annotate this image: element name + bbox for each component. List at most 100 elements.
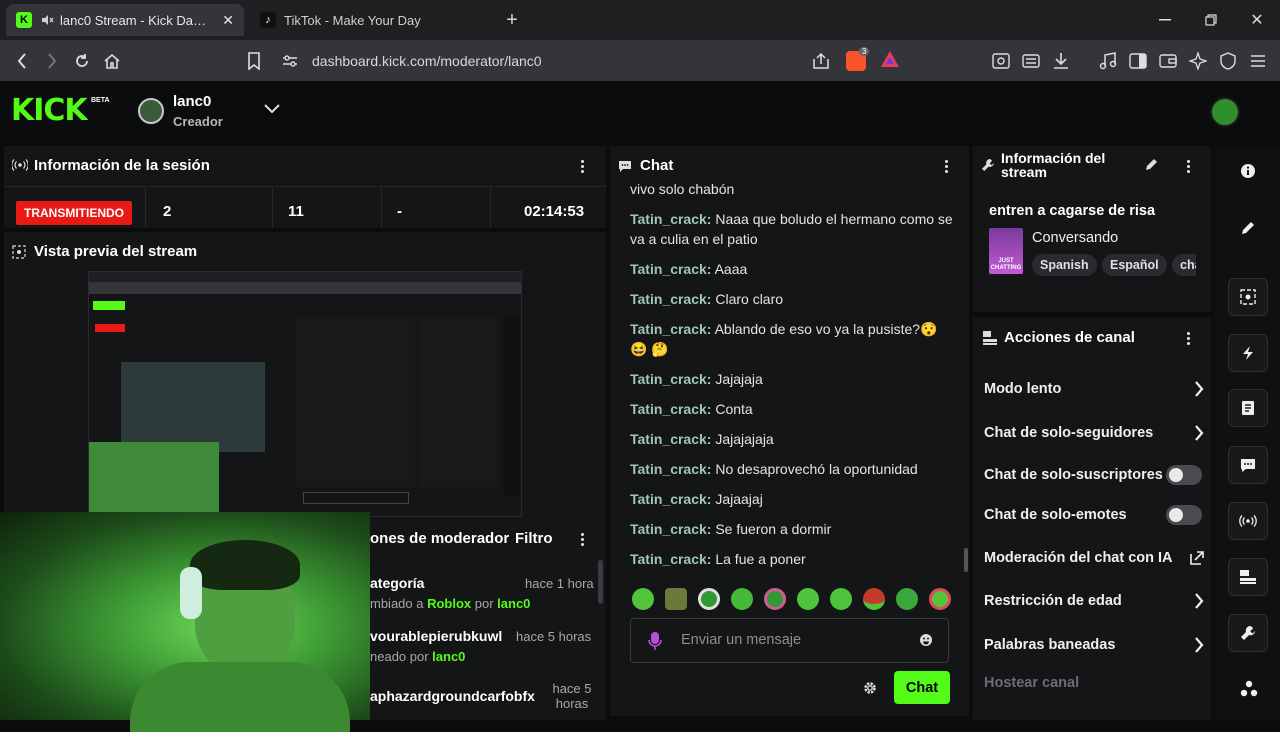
chat-settings-icon[interactable] [863, 681, 877, 695]
channel-actions-menu-icon[interactable] [1180, 330, 1196, 346]
close-window-icon[interactable]: ✕ [1245, 8, 1269, 32]
stream-info-menu-icon[interactable] [1180, 158, 1196, 174]
tag-chip[interactable]: Español [1102, 254, 1167, 276]
chat-message[interactable]: Tatin_crack: Naaa que boludo el hermano … [630, 209, 955, 249]
session-menu-icon[interactable] [574, 158, 590, 174]
forward-icon[interactable] [41, 50, 63, 72]
emote-icon[interactable] [830, 588, 852, 610]
emote-icon[interactable] [731, 588, 753, 610]
mute-icon[interactable] [40, 13, 54, 27]
action-label: Modo lento [984, 381, 1062, 397]
close-tab-icon[interactable]: ✕ [222, 12, 234, 29]
leo-ai-icon[interactable] [1187, 50, 1209, 72]
action-ai-moderation[interactable]: Moderación del chat con IA [984, 546, 1204, 570]
category-name[interactable]: Conversando [1032, 230, 1118, 246]
emoji-picker-icon[interactable] [919, 633, 933, 647]
rail-settings-button[interactable] [1228, 614, 1268, 652]
tab-tiktok[interactable]: ♪ TikTok - Make Your Day [250, 4, 490, 36]
vpn-icon[interactable] [1217, 50, 1239, 72]
action-age-restriction[interactable]: Restricción de edad [984, 589, 1204, 613]
minimize-icon[interactable] [1153, 8, 1177, 32]
chat-message[interactable]: Tatin_crack: Aaaa [630, 259, 955, 279]
chat-message[interactable]: Tatin_crack: Ablando de eso vo ya la pus… [630, 319, 955, 359]
action-banned-words[interactable]: Palabras baneadas [984, 633, 1204, 657]
site-settings-icon[interactable] [282, 54, 298, 68]
webcam-overlay [0, 512, 370, 732]
emote-icon[interactable] [896, 588, 918, 610]
rail-broadcast-button[interactable] [1228, 502, 1268, 540]
rail-notes-button[interactable] [1228, 389, 1268, 427]
category-thumbnail[interactable]: JUST CHATTING [989, 228, 1023, 274]
emote-icon[interactable] [665, 588, 687, 610]
rail-mod-actions-button[interactable] [1228, 558, 1268, 596]
subscriber-count: - [397, 203, 402, 220]
action-emotes-only[interactable]: Chat de solo-emotes [984, 503, 1202, 527]
apps-icon[interactable] [1240, 680, 1258, 698]
rail-quick-actions-button[interactable] [1228, 334, 1268, 372]
chat-message[interactable]: Tatin_crack: Jajajaja [630, 369, 955, 389]
chevron-down-icon[interactable] [264, 104, 280, 114]
chat-message[interactable]: Tatin_crack: No desaprovechó la oportuni… [630, 459, 955, 479]
bookmark-icon[interactable] [243, 50, 265, 72]
download-icon[interactable] [1050, 50, 1072, 72]
action-host-channel[interactable]: Hostear canal [984, 671, 1204, 695]
new-tab-icon[interactable]: + [500, 8, 524, 32]
action-label: Restricción de edad [984, 593, 1122, 609]
chat-message[interactable]: vivo solo chabón [630, 179, 955, 199]
rail-chat-button[interactable] [1228, 446, 1268, 484]
sidebar-icon[interactable] [1127, 50, 1149, 72]
stream-preview-video[interactable] [88, 271, 522, 517]
chat-scrollbar[interactable] [964, 548, 968, 572]
subscribers-only-toggle[interactable] [1166, 465, 1202, 485]
chat-message[interactable]: Tatin_crack: Se fueron a dormir [630, 519, 955, 539]
emote-icon[interactable] [764, 588, 786, 610]
chat-message[interactable]: Tatin_crack: La fue a poner [630, 549, 955, 569]
profile-avatar[interactable] [1210, 97, 1240, 127]
media-icon[interactable] [1097, 50, 1119, 72]
edit-icon[interactable] [1240, 220, 1256, 236]
emote-icon[interactable] [929, 588, 951, 610]
chat-input[interactable]: Enviar un mensaje [630, 618, 949, 663]
emote-icon[interactable] [698, 588, 720, 610]
restore-icon[interactable] [1199, 8, 1223, 32]
rail-stream-preview-button[interactable] [1228, 278, 1268, 316]
action-slow-mode[interactable]: Modo lento [984, 377, 1204, 401]
brave-rewards-icon[interactable] [880, 50, 900, 68]
menu-icon[interactable] [1247, 50, 1269, 72]
emote-icon[interactable] [797, 588, 819, 610]
filter-button[interactable]: Filtro [515, 530, 553, 547]
tab-kick-dashboard[interactable]: K lanc0 Stream - Kick Dashboard ✕ [6, 4, 244, 36]
chat-message[interactable]: Tatin_crack: Conta [630, 399, 955, 419]
chat-menu-icon[interactable] [938, 158, 954, 174]
emote-icon[interactable] [863, 588, 885, 610]
reading-list-icon[interactable] [1020, 50, 1042, 72]
screenshot-icon[interactable] [990, 50, 1012, 72]
viewer-count: 2 [163, 203, 172, 220]
creator-avatar[interactable] [138, 98, 164, 124]
edit-pencil-icon[interactable] [1144, 158, 1158, 172]
action-followers-only[interactable]: Chat de solo-seguidores [984, 421, 1204, 445]
emote-icon[interactable] [632, 588, 654, 610]
tag-chip[interactable]: cha [1172, 254, 1196, 276]
emotes-only-toggle[interactable] [1166, 505, 1202, 525]
action-subscribers-only[interactable]: Chat de solo-suscriptores [984, 463, 1202, 487]
scrollbar[interactable] [598, 560, 603, 604]
kick-favicon-icon: K [16, 12, 32, 28]
tag-chip[interactable]: Spanish [1032, 254, 1097, 276]
chat-message[interactable]: Tatin_crack: Claro claro [630, 289, 955, 309]
tab-title: lanc0 Stream - Kick Dashboard [60, 12, 206, 28]
home-icon[interactable] [101, 50, 123, 72]
chat-message[interactable]: Tatin_crack: Jajajajaja [630, 429, 955, 449]
wallet-icon[interactable] [1157, 50, 1179, 72]
browser-tab-bar: K lanc0 Stream - Kick Dashboard ✕ ♪ TikT… [0, 0, 1280, 40]
info-icon[interactable] [1240, 163, 1256, 179]
microphone-icon[interactable] [648, 631, 662, 651]
reload-icon[interactable] [71, 50, 93, 72]
modlog-menu-icon[interactable] [574, 531, 590, 547]
share-icon[interactable] [810, 50, 832, 72]
kick-logo[interactable]: KICK [11, 95, 88, 127]
back-icon[interactable] [11, 50, 33, 72]
chat-message[interactable]: Tatin_crack: Jajaajaj [630, 489, 955, 509]
broadcast-icon [12, 158, 28, 172]
send-chat-button[interactable]: Chat [894, 671, 950, 704]
